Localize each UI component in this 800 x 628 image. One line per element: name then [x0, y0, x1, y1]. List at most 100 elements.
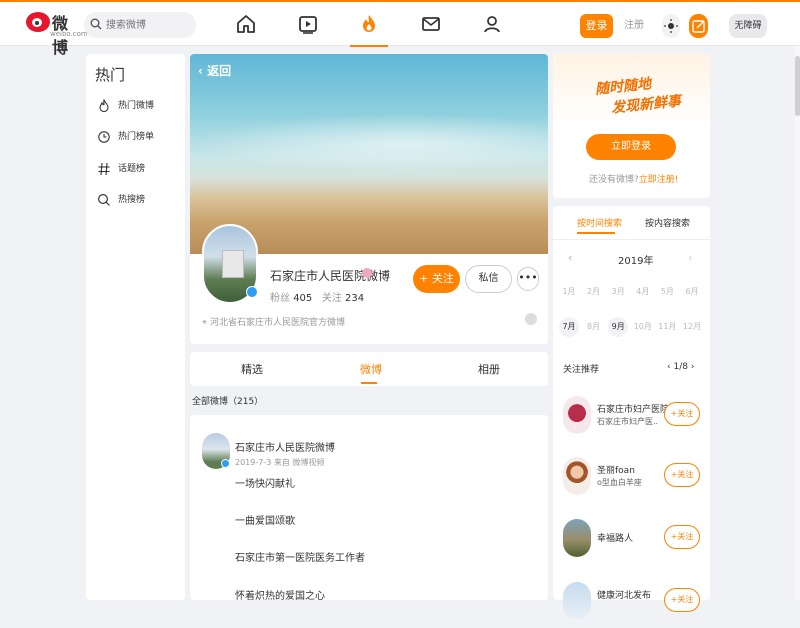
month-8[interactable]: 8月	[584, 317, 604, 337]
compose-button[interactable]	[689, 14, 708, 38]
month-5[interactable]: 5月	[657, 282, 677, 302]
list-item: 健康河北发布 +关注	[553, 576, 710, 628]
tab-search-by-content[interactable]: 按内容搜索	[645, 216, 690, 229]
follow-button[interactable]: +关注	[664, 588, 700, 612]
post-author[interactable]: 石家庄市人民医院微博	[235, 439, 335, 454]
month-11[interactable]: 11月	[657, 317, 677, 337]
month-10[interactable]: 10月	[633, 317, 653, 337]
cover-image	[190, 54, 548, 254]
tab-weibo[interactable]: 微博	[360, 361, 382, 377]
more-button[interactable]: •••	[517, 267, 539, 291]
follow-button[interactable]: +关注	[664, 525, 700, 549]
location-text: 河北省石家庄市人民医院官方微博	[209, 318, 345, 328]
profile-stats: 粉丝 405 关注 234	[270, 289, 364, 304]
theme-toggle-button[interactable]	[662, 14, 680, 38]
post-text-line: 一曲爱国颂歌	[235, 516, 295, 527]
expand-chevron-icon[interactable]	[525, 313, 537, 325]
avatar[interactable]	[563, 519, 591, 557]
compose-icon	[692, 20, 705, 33]
sidebar-item-hot-list[interactable]: 热门榜单	[95, 127, 183, 147]
location-pin-icon: ⌖	[202, 318, 208, 328]
message-button[interactable]: 私信	[465, 265, 512, 293]
follow-button[interactable]: + 关注	[413, 265, 460, 293]
member-badge-icon	[362, 268, 372, 278]
register-prompt: 还没有微博?立即注册!	[589, 172, 678, 185]
tab-active-indicator	[361, 382, 377, 384]
login-now-button[interactable]: 立即登录	[586, 134, 676, 160]
search-input[interactable]	[104, 16, 190, 34]
nav-active-indicator	[350, 45, 388, 47]
sidebar-item-label: 话题榜	[118, 164, 146, 174]
tab-featured[interactable]: 精选	[241, 361, 263, 377]
month-2[interactable]: 2月	[584, 282, 604, 302]
following-label: 关注	[321, 293, 342, 304]
month-3[interactable]: 3月	[608, 282, 628, 302]
profile-name: 石家庄市人民医院微博	[270, 269, 391, 283]
profile-card: ‹ 返回 石家庄市人民医院微博 粉丝 405 关注 234 + 关注 私信 ••…	[190, 54, 548, 344]
post-card: 石家庄市人民医院微博 2019-7-3 来自 微博视频 一场快闪献礼 一曲爱国颂…	[190, 415, 548, 602]
recommend-name[interactable]: 圣丽foan	[597, 463, 635, 476]
sidebar-item-hot-weibo[interactable]: 热门微博	[95, 96, 183, 116]
fire-icon	[99, 99, 109, 113]
all-posts-count: 全部微博（215）	[192, 397, 264, 407]
follow-button[interactable]: +关注	[664, 463, 700, 487]
sidebar-item-topics[interactable]: 话题榜	[95, 159, 183, 179]
prev-year-icon[interactable]: ‹	[568, 251, 572, 264]
recommend-desc: o型血白羊座	[597, 478, 642, 487]
search-icon	[90, 18, 102, 30]
recommend-name[interactable]: 石家庄市妇产医院	[597, 402, 669, 415]
tab-album[interactable]: 相册	[478, 361, 500, 377]
sidebar-item-label: 热门微博	[118, 101, 155, 111]
brand-sub: weibo.com	[50, 30, 88, 38]
sidebar-item-label: 热搜榜	[118, 195, 146, 205]
login-button[interactable]: 登录	[580, 14, 613, 38]
tab-search-by-time[interactable]: 按时间搜索	[577, 216, 622, 229]
video-icon[interactable]	[296, 12, 320, 36]
next-year-icon[interactable]: ›	[688, 251, 692, 264]
hot-fire-icon[interactable]	[357, 12, 381, 36]
month-9[interactable]: 9月	[608, 317, 629, 337]
scrollbar-thumb[interactable]	[795, 56, 800, 116]
month-6[interactable]: 6月	[682, 282, 702, 302]
avatar[interactable]	[563, 396, 591, 434]
recommend-name[interactable]: 幸福路人	[597, 531, 633, 544]
page-scrollbar[interactable]	[795, 46, 800, 600]
month-4[interactable]: 4月	[633, 282, 653, 302]
no-account-text: 还没有微博?	[589, 175, 639, 185]
recommend-card: 关注推荐 ‹ 1/8 › 石家庄市妇产医院 石家庄市妇产医... +关注 圣丽f…	[553, 354, 710, 620]
message-icon[interactable]	[419, 12, 443, 36]
main-column: ‹ 返回 石家庄市人民医院微博 粉丝 405 关注 234 + 关注 私信 ••…	[190, 54, 548, 602]
weibo-logo[interactable]: 微博 weibo.com	[26, 8, 88, 57]
fans-count[interactable]: 405	[293, 293, 312, 304]
sidebar-item-hot-search[interactable]: 热搜榜	[95, 190, 183, 210]
register-now-link[interactable]: 立即注册!	[639, 175, 679, 185]
recommend-name[interactable]: 健康河北发布	[597, 588, 651, 601]
left-sidebar: 热门 热门微博 热门榜单 话题榜 热搜榜	[86, 54, 185, 600]
calendar-tab-indicator	[577, 232, 615, 234]
user-icon[interactable]	[480, 12, 504, 36]
sidebar-title: 热门	[95, 66, 126, 84]
home-icon[interactable]	[234, 12, 258, 36]
search-box[interactable]	[84, 12, 196, 38]
profile-location: ⌖ 河北省石家庄市人民医院官方微博	[202, 315, 345, 328]
profile-tabs: 精选 微博 相册	[190, 352, 548, 386]
back-button[interactable]: ‹ 返回	[198, 62, 231, 79]
following-count[interactable]: 234	[345, 293, 364, 304]
weibo-eye-icon	[26, 12, 50, 32]
top-navbar: 微博 weibo.com 登录 注册 无障碍	[0, 2, 800, 57]
accessibility-button[interactable]: 无障碍	[729, 14, 767, 38]
month-7[interactable]: 7月	[559, 317, 579, 337]
back-label: 返回	[207, 64, 232, 78]
avatar[interactable]	[563, 582, 591, 620]
recommend-page: 1/8	[673, 362, 688, 372]
register-link[interactable]: 注册	[624, 14, 644, 38]
avatar[interactable]	[563, 457, 591, 495]
verified-icon	[221, 459, 230, 468]
month-12[interactable]: 12月	[682, 317, 702, 337]
verified-icon	[246, 286, 258, 298]
post-text-line: 一场快闪献礼	[235, 479, 295, 490]
month-1[interactable]: 1月	[559, 282, 579, 302]
fans-label: 粉丝	[270, 293, 290, 304]
follow-button[interactable]: +关注	[664, 402, 700, 426]
sun-icon	[664, 19, 678, 33]
